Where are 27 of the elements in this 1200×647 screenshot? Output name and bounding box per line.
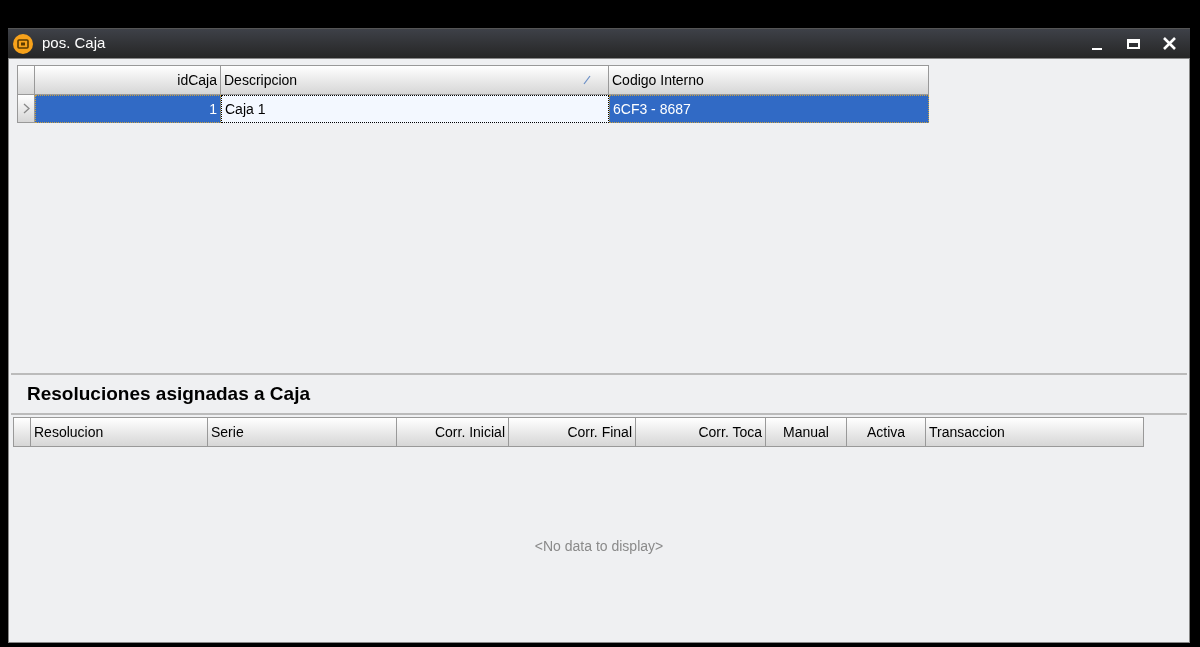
- row-pointer-icon: [22, 103, 30, 114]
- column-header[interactable]: Corr. Inicial: [397, 417, 509, 447]
- table-cell: 1: [35, 95, 221, 123]
- indicator-header: [13, 417, 31, 447]
- column-header[interactable]: Corr. Toca: [636, 417, 766, 447]
- header-label: Codigo Interno: [612, 70, 704, 90]
- column-header[interactable]: Corr. Final: [509, 417, 636, 447]
- section-title: Resoluciones asignadas a Caja: [27, 381, 310, 406]
- column-header[interactable]: Resolucion: [31, 417, 208, 447]
- empty-message: <No data to display>: [534, 537, 664, 556]
- column-header[interactable]: Activa: [847, 417, 926, 447]
- table-cell: 6CF3 - 8687: [609, 95, 929, 123]
- table-row[interactable]: 1 Caja 1 6CF3 - 8687: [17, 95, 1187, 123]
- app-icon: [12, 32, 34, 55]
- column-header[interactable]: idCaja: [35, 65, 221, 95]
- sort-icon: [583, 75, 591, 85]
- table-cell: Caja 1: [221, 95, 609, 123]
- window-title: pos. Caja: [42, 33, 106, 54]
- column-header[interactable]: Codigo Interno: [609, 65, 929, 95]
- column-header[interactable]: Manual: [766, 417, 847, 447]
- column-header[interactable]: Serie: [208, 417, 397, 447]
- column-header[interactable]: Descripcion: [221, 65, 609, 95]
- header-label: Descripcion: [224, 70, 299, 90]
- header-label: idCaja: [177, 70, 217, 90]
- column-header[interactable]: Transaccion: [926, 417, 1144, 447]
- close-icon: [1162, 37, 1176, 50]
- indicator-header: [17, 65, 35, 95]
